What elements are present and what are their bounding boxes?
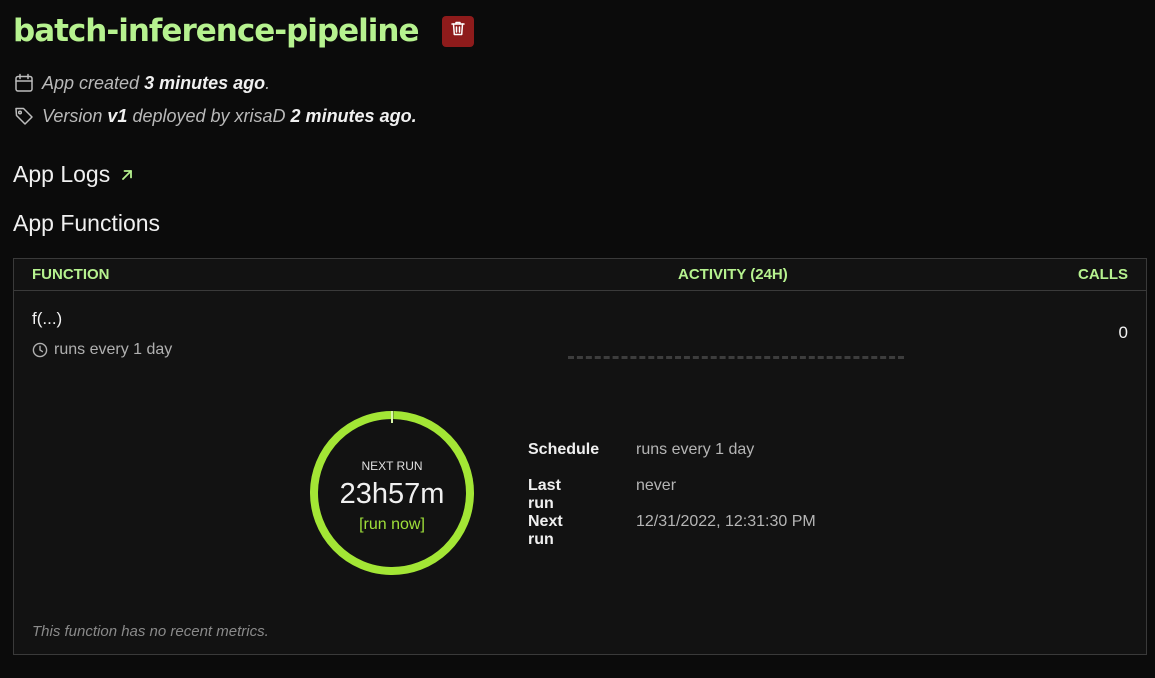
function-schedule: runs every 1 day	[32, 341, 172, 359]
calendar-icon	[13, 72, 35, 94]
created-prefix: App created	[42, 72, 140, 93]
app-detail-page: batch-inference-pipeline App created 3 m…	[0, 0, 1155, 678]
version-line: Version v1 deployed by xrisaD 2 minutes …	[13, 105, 417, 127]
deployed-by: deployed by xrisaD	[132, 105, 286, 126]
version-prefix: Version	[42, 105, 103, 126]
run-now-button[interactable]: [run now]	[308, 516, 476, 534]
title-row: batch-inference-pipeline	[13, 10, 475, 52]
detail-key: Schedule	[528, 441, 600, 458]
app-created-line: App created 3 minutes ago.	[13, 72, 270, 94]
function-name-link[interactable]: f(...)	[32, 309, 62, 329]
header-function: FUNCTION	[32, 266, 110, 283]
version-value: v1	[107, 105, 128, 126]
detail-value: runs every 1 day	[636, 441, 755, 458]
external-link-arrow-icon	[120, 168, 134, 182]
next-run-ring: NEXT RUN 23h57m [run now]	[308, 409, 476, 577]
created-suffix: .	[265, 72, 271, 93]
detail-key: Last run	[528, 477, 561, 512]
header-activity: ACTIVITY (24H)	[678, 266, 788, 283]
delete-app-button[interactable]	[442, 15, 475, 47]
app-title: batch-inference-pipeline	[13, 13, 419, 49]
detail-value: 12/31/2022, 12:31:30 PM	[636, 513, 816, 530]
tag-icon	[13, 105, 35, 127]
created-value: 3 minutes ago	[144, 72, 266, 93]
detail-key: Next run	[528, 513, 563, 548]
activity-sparkline-empty	[568, 356, 904, 359]
trash-icon	[450, 20, 466, 42]
next-run-countdown: 23h57m	[339, 478, 445, 510]
app-functions-title: App Functions	[13, 210, 161, 236]
functions-table: FUNCTION ACTIVITY (24H) CALLS f(...) run…	[13, 258, 1147, 655]
detail-value: never	[636, 477, 677, 494]
header-calls: CALLS	[1078, 266, 1128, 283]
next-run-label: NEXT RUN	[361, 459, 423, 473]
app-logs-link[interactable]: App Logs	[13, 161, 134, 188]
no-metrics-note: This function has no recent metrics.	[32, 623, 269, 640]
app-logs-label: App Logs	[13, 161, 111, 187]
calls-count: 0	[1118, 323, 1128, 342]
table-header: FUNCTION ACTIVITY (24H) CALLS	[14, 259, 1146, 291]
clock-icon	[32, 342, 48, 358]
function-schedule-text: runs every 1 day	[54, 341, 173, 358]
deployed-value: 2 minutes ago.	[290, 105, 417, 126]
